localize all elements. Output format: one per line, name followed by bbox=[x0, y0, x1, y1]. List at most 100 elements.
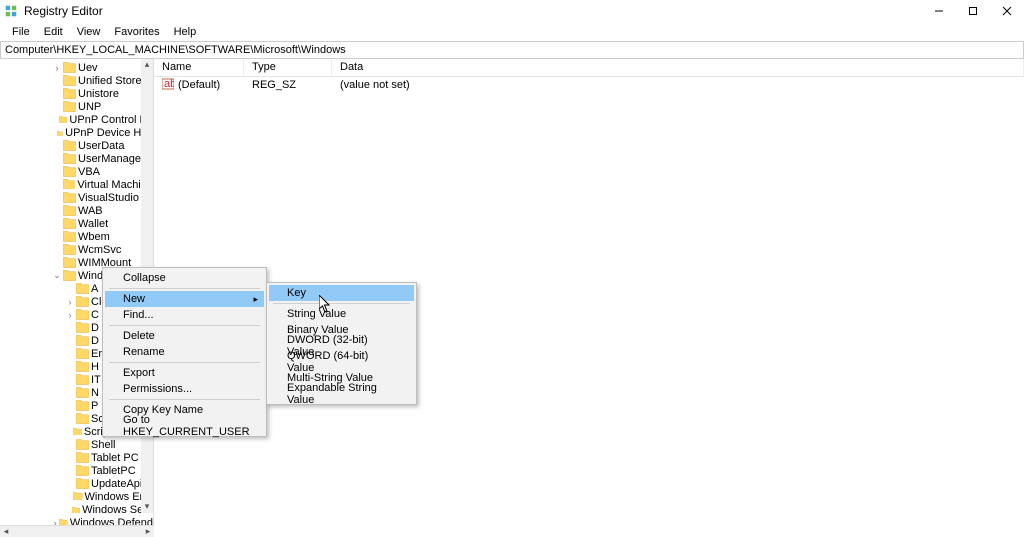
tree-item[interactable]: Wallet bbox=[0, 217, 153, 230]
tree-item-label: Shell bbox=[91, 439, 115, 451]
folder-icon bbox=[63, 75, 76, 86]
tree-horizontal-scrollbar[interactable]: ◂ ▸ bbox=[0, 525, 154, 537]
cell-data: (value not set) bbox=[332, 78, 1024, 92]
ctx-new-expandstring[interactable]: Expandable String Value bbox=[269, 386, 414, 402]
folder-icon bbox=[76, 348, 89, 359]
tree-item-label: UPnP Device Hos bbox=[65, 127, 153, 139]
address-bar[interactable]: Computer\HKEY_LOCAL_MACHINE\SOFTWARE\Mic… bbox=[0, 41, 1024, 59]
tree-item[interactable]: ›Uev bbox=[0, 61, 153, 74]
tree-item-label: D bbox=[91, 322, 99, 334]
title-bar: Registry Editor bbox=[0, 0, 1024, 22]
tree-item-label: Wbem bbox=[78, 231, 110, 243]
folder-icon bbox=[63, 101, 76, 112]
folder-icon bbox=[59, 114, 67, 125]
expand-icon[interactable]: › bbox=[65, 310, 75, 320]
folder-icon bbox=[76, 478, 89, 489]
window-title: Registry Editor bbox=[24, 4, 922, 18]
tree-item-label: UNP bbox=[78, 101, 101, 113]
ctx-find[interactable]: Find... bbox=[105, 307, 264, 323]
app-icon bbox=[4, 4, 18, 18]
ctx-new-qword[interactable]: QWORD (64-bit) Value bbox=[269, 354, 414, 370]
folder-icon bbox=[76, 387, 89, 398]
scroll-left-icon[interactable]: ◂ bbox=[0, 526, 12, 537]
tree-item[interactable]: UNP bbox=[0, 100, 153, 113]
tree-item-label: Er bbox=[91, 348, 102, 360]
maximize-button[interactable] bbox=[956, 0, 990, 22]
tree-item[interactable]: VisualStudio bbox=[0, 191, 153, 204]
tree-item-label: C bbox=[91, 309, 99, 321]
tree-item[interactable]: Unistore bbox=[0, 87, 153, 100]
tree-item[interactable]: ›Windows Defend bbox=[0, 516, 153, 525]
ctx-new[interactable]: New ▸ bbox=[105, 291, 264, 307]
tree-item-label: TabletPC bbox=[91, 465, 136, 477]
ctx-new-string[interactable]: String Value bbox=[269, 306, 414, 322]
tree-item[interactable]: Virtual Machine bbox=[0, 178, 153, 191]
list-row[interactable]: ab (Default) REG_SZ (value not set) bbox=[154, 77, 1024, 93]
tree-item[interactable]: Wbem bbox=[0, 230, 153, 243]
expand-icon[interactable]: › bbox=[52, 518, 58, 526]
folder-icon bbox=[63, 153, 76, 164]
folder-icon bbox=[63, 192, 76, 203]
cell-name-text: (Default) bbox=[178, 79, 220, 91]
ctx-separator bbox=[109, 325, 260, 326]
scroll-right-icon[interactable]: ▸ bbox=[142, 526, 154, 537]
tree-item[interactable]: UPnP Control Po bbox=[0, 113, 153, 126]
tree-item-label: IT bbox=[91, 374, 101, 386]
tree-item-label: VisualStudio bbox=[78, 192, 139, 204]
menu-help[interactable]: Help bbox=[168, 24, 203, 40]
col-data[interactable]: Data bbox=[332, 59, 1024, 76]
minimize-button[interactable] bbox=[922, 0, 956, 22]
tree-item-label: Tablet PC bbox=[91, 452, 139, 464]
tree-item[interactable]: Unified Store bbox=[0, 74, 153, 87]
ctx-goto-hkcu[interactable]: Go to HKEY_CURRENT_USER bbox=[105, 418, 264, 434]
close-button[interactable] bbox=[990, 0, 1024, 22]
menu-bar: File Edit View Favorites Help bbox=[0, 22, 1024, 41]
tree-item[interactable]: Windows Sear bbox=[0, 503, 153, 516]
ctx-export[interactable]: Export bbox=[105, 365, 264, 381]
scroll-up-icon[interactable]: ▴ bbox=[141, 59, 153, 71]
context-submenu-new: Key String Value Binary Value DWORD (32-… bbox=[266, 282, 417, 405]
ctx-new-key[interactable]: Key bbox=[269, 285, 414, 301]
tree-item-label: Wind bbox=[78, 270, 103, 282]
tree-item[interactable]: UserManager bbox=[0, 152, 153, 165]
window-buttons bbox=[922, 0, 1024, 22]
tree-item[interactable]: WcmSvc bbox=[0, 243, 153, 256]
menu-view[interactable]: View bbox=[71, 24, 107, 40]
ctx-rename[interactable]: Rename bbox=[105, 344, 264, 360]
folder-icon bbox=[76, 413, 89, 424]
folder-icon bbox=[76, 452, 89, 463]
folder-icon bbox=[76, 361, 89, 372]
tree-item-label: D bbox=[91, 335, 99, 347]
menu-file[interactable]: File bbox=[6, 24, 36, 40]
folder-icon bbox=[63, 166, 76, 177]
col-type[interactable]: Type bbox=[244, 59, 332, 76]
ctx-collapse[interactable]: Collapse bbox=[105, 270, 264, 286]
ctx-delete[interactable]: Delete bbox=[105, 328, 264, 344]
collapse-icon[interactable]: ⌄ bbox=[52, 270, 62, 281]
folder-icon bbox=[63, 244, 76, 255]
tree-item[interactable]: TabletPC bbox=[0, 464, 153, 477]
cell-name: ab (Default) bbox=[154, 77, 244, 94]
ctx-permissions[interactable]: Permissions... bbox=[105, 381, 264, 397]
expand-icon[interactable]: › bbox=[52, 63, 62, 73]
tree-item-label: N bbox=[91, 387, 99, 399]
col-name[interactable]: Name bbox=[154, 59, 244, 76]
tree-item[interactable]: UpdateApi bbox=[0, 477, 153, 490]
tree-item[interactable]: Shell bbox=[0, 438, 153, 451]
expand-icon[interactable]: › bbox=[65, 297, 75, 307]
tree-item[interactable]: WAB bbox=[0, 204, 153, 217]
tree-item[interactable]: Windows Erro bbox=[0, 490, 153, 503]
tree-item[interactable]: UserData bbox=[0, 139, 153, 152]
tree-item[interactable]: Tablet PC bbox=[0, 451, 153, 464]
tree-item[interactable]: UPnP Device Hos bbox=[0, 126, 153, 139]
menu-favorites[interactable]: Favorites bbox=[108, 24, 165, 40]
folder-icon bbox=[76, 322, 89, 333]
tree-item-label: UpdateApi bbox=[91, 478, 142, 490]
scroll-down-icon[interactable]: ▾ bbox=[141, 501, 153, 513]
tree-item-label: P bbox=[91, 400, 98, 412]
folder-icon bbox=[57, 127, 63, 138]
tree-item[interactable]: VBA bbox=[0, 165, 153, 178]
menu-edit[interactable]: Edit bbox=[38, 24, 69, 40]
tree-item-label: UserData bbox=[78, 140, 124, 152]
ctx-separator bbox=[109, 399, 260, 400]
